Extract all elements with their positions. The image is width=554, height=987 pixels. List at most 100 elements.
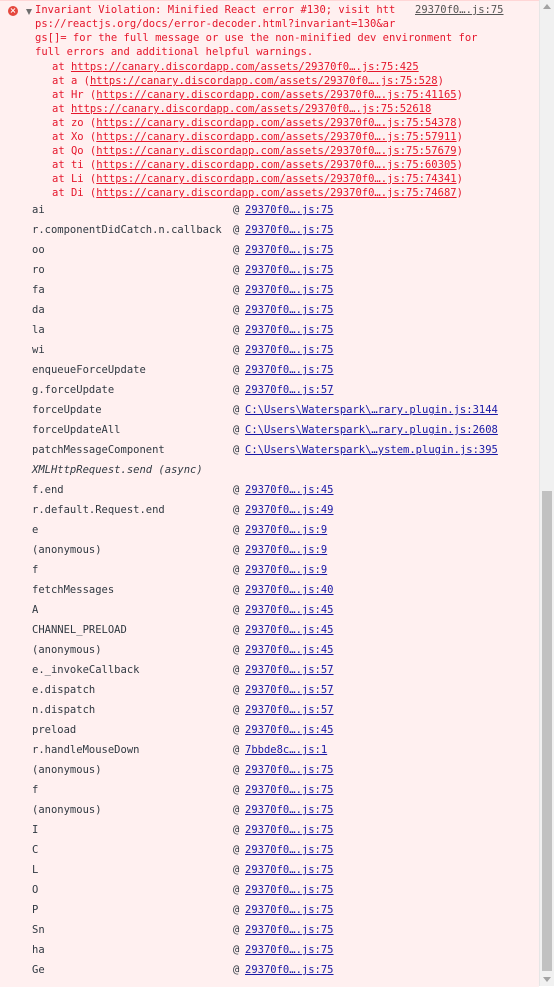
stack-trace-url[interactable]: https://canary.discordapp.com/assets/293… — [96, 159, 456, 171]
at-symbol: @ — [233, 304, 240, 316]
stack-trace-url[interactable]: https://canary.discordapp.com/assets/293… — [96, 89, 456, 101]
source-location-link[interactable]: 29370f0….js:9 — [245, 544, 327, 556]
call-stack-frame: patchMessageComponent @ C:\Users\Waterspar… — [0, 441, 539, 461]
at-symbol: @ — [233, 564, 240, 576]
stack-trace-prefix: at a ( — [52, 75, 90, 87]
source-location-link[interactable]: 29370f0….js:49 — [245, 504, 334, 516]
call-stack-frame: ai @29370f0….js:75 — [0, 201, 539, 221]
source-location-link[interactable]: 29370f0….js:75 — [245, 344, 334, 356]
stack-trace-prefix: at Xo ( — [52, 131, 97, 143]
vertical-scrollbar[interactable] — [539, 0, 554, 986]
source-location-link[interactable]: 29370f0….js:75 — [245, 924, 334, 936]
stack-trace-line: at Li (https://canary.discordapp.com/ass… — [52, 172, 463, 186]
function-name: O — [32, 884, 39, 896]
error-message: Invariant Violation: Minified React erro… — [35, 3, 478, 59]
stack-trace-prefix: at Li ( — [52, 173, 97, 185]
source-location-link[interactable]: 29370f0….js:75 — [245, 784, 334, 796]
source-location-link[interactable]: 29370f0….js:75 — [245, 264, 334, 276]
at-symbol: @ — [233, 844, 240, 856]
source-location-link[interactable]: 29370f0….js:75 — [245, 944, 334, 956]
call-stack-frame: I @29370f0….js:75 — [0, 821, 539, 841]
stack-trace-line: at https://canary.discordapp.com/assets/… — [52, 102, 431, 116]
at-symbol: @ — [233, 344, 240, 356]
source-location-link[interactable]: 29370f0….js:45 — [245, 644, 334, 656]
source-location-link[interactable]: C:\Users\Waterspark\…rary.plugin.js:3144 — [245, 404, 498, 416]
source-location-link[interactable]: 29370f0….js:9 — [245, 564, 327, 576]
source-location-link[interactable]: 7bbde8c….js:1 — [245, 744, 327, 756]
source-location-link[interactable]: 29370f0….js:75 — [245, 884, 334, 896]
stack-trace-line: at a (https://canary.discordapp.com/asse… — [52, 74, 444, 88]
at-symbol: @ — [233, 364, 240, 376]
at-symbol: @ — [233, 284, 240, 296]
source-location-link[interactable]: 29370f0….js:57 — [245, 684, 334, 696]
source-location-link[interactable]: 29370f0….js:57 — [245, 384, 334, 396]
source-location-link[interactable]: 29370f0….js:75 — [245, 904, 334, 916]
source-location-link[interactable]: 29370f0….js:75 — [245, 324, 334, 336]
stack-trace-line: at ti (https://canary.discordapp.com/ass… — [52, 158, 463, 172]
at-symbol: @ — [233, 804, 240, 816]
stack-trace-prefix: at Qo ( — [52, 145, 97, 157]
source-location-link[interactable]: 29370f0….js:75 — [245, 364, 334, 376]
function-name: e.dispatch — [32, 684, 96, 696]
source-location-link[interactable]: C:\Users\Waterspark\…rary.plugin.js:2608 — [245, 424, 498, 436]
function-name: g.forceUpdate — [32, 384, 115, 396]
at-symbol: @ — [233, 384, 240, 396]
function-name: fetchMessages — [32, 584, 115, 596]
function-name: (anonymous) — [32, 804, 102, 816]
stack-trace-prefix: at — [52, 103, 71, 115]
scrollbar-thumb[interactable] — [542, 491, 552, 971]
source-location-link[interactable]: 29370f0….js:45 — [245, 604, 334, 616]
scroll-up-arrow-icon[interactable] — [543, 4, 551, 9]
stack-trace-url[interactable]: https://canary.discordapp.com/assets/293… — [71, 103, 431, 115]
stack-trace-url[interactable]: https://canary.discordapp.com/assets/293… — [96, 145, 456, 157]
stack-trace-suffix: ) — [456, 145, 463, 157]
source-location-link[interactable]: 29370f0….js:75 — [245, 824, 334, 836]
x-circle-icon: × — [8, 6, 18, 16]
function-name: e._invokeCallback — [32, 664, 140, 676]
source-location-link[interactable]: 29370f0….js:45 — [245, 624, 334, 636]
at-symbol: @ — [233, 584, 240, 596]
stack-trace-line: at Xo (https://canary.discordapp.com/ass… — [52, 130, 463, 144]
stack-trace-suffix: ) — [456, 173, 463, 185]
stack-trace-url[interactable]: https://canary.discordapp.com/assets/293… — [96, 173, 456, 185]
function-name: f — [32, 564, 39, 576]
function-name: ha — [32, 944, 45, 956]
function-name: f — [32, 784, 39, 796]
source-location-link[interactable]: 29370f0….js:45 — [245, 724, 334, 736]
stack-trace-suffix: ) — [456, 159, 463, 171]
stack-trace-url[interactable]: https://canary.discordapp.com/assets/293… — [71, 61, 419, 73]
stack-trace-url[interactable]: https://canary.discordapp.com/assets/293… — [96, 131, 456, 143]
source-location-link[interactable]: 29370f0….js:75 — [245, 964, 334, 976]
at-symbol: @ — [233, 244, 240, 256]
function-name: (anonymous) — [32, 764, 102, 776]
source-location-link[interactable]: C:\Users\Waterspark\…ystem.plugin.js:395 — [245, 444, 498, 456]
source-location-link[interactable]: 29370f0….js:75 — [245, 224, 334, 236]
error-source-link[interactable]: 29370f0….js:75 — [415, 3, 504, 17]
call-stack-frame: fetchMessages @29370f0….js:40 — [0, 581, 539, 601]
stack-trace-url[interactable]: https://canary.discordapp.com/assets/293… — [96, 187, 456, 199]
call-stack-frame: L @29370f0….js:75 — [0, 861, 539, 881]
expand-arrow-icon[interactable] — [26, 9, 32, 15]
source-location-link[interactable]: 29370f0….js:45 — [245, 484, 334, 496]
at-symbol: @ — [233, 264, 240, 276]
scroll-down-arrow-icon[interactable] — [543, 977, 551, 982]
source-location-link[interactable]: 29370f0….js:75 — [245, 844, 334, 856]
source-location-link[interactable]: 29370f0….js:75 — [245, 204, 334, 216]
stack-trace-url[interactable]: https://canary.discordapp.com/assets/293… — [90, 75, 438, 87]
source-location-link[interactable]: 29370f0….js:75 — [245, 304, 334, 316]
at-symbol: @ — [233, 964, 240, 976]
function-name: ai — [32, 204, 45, 216]
source-location-link[interactable]: 29370f0….js:57 — [245, 704, 334, 716]
function-name: ro — [32, 264, 45, 276]
source-location-link[interactable]: 29370f0….js:75 — [245, 804, 334, 816]
source-location-link[interactable]: 29370f0….js:75 — [245, 244, 334, 256]
source-location-link[interactable]: 29370f0….js:75 — [245, 864, 334, 876]
stack-trace-url[interactable]: https://canary.discordapp.com/assets/293… — [96, 117, 456, 129]
source-location-link[interactable]: 29370f0….js:57 — [245, 664, 334, 676]
source-location-link[interactable]: 29370f0….js:40 — [245, 584, 334, 596]
source-location-link[interactable]: 29370f0….js:9 — [245, 524, 327, 536]
source-location-link[interactable]: 29370f0….js:75 — [245, 284, 334, 296]
call-stack-frame: Ge @29370f0….js:75 — [0, 961, 539, 981]
call-stack-frame: r.handleMouseDown @7bbde8c….js:1 — [0, 741, 539, 761]
source-location-link[interactable]: 29370f0….js:75 — [245, 764, 334, 776]
